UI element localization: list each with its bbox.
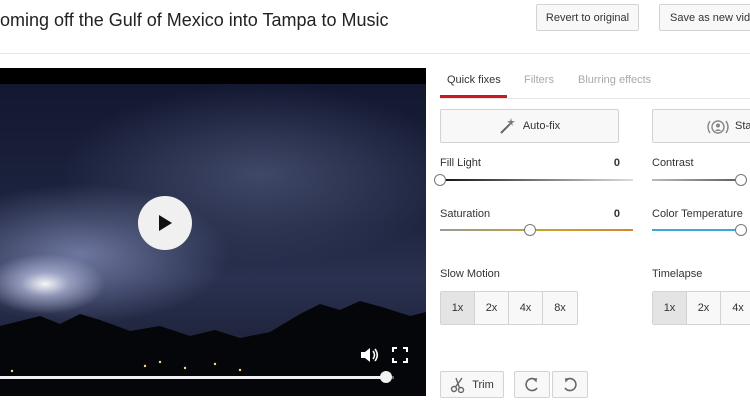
scrubber-handle[interactable] [380, 371, 393, 383]
slow-motion-selector: 1x 2x 4x 8x [440, 291, 578, 325]
timelapse-label: Timelapse [652, 268, 703, 280]
rotate-left-icon [525, 377, 538, 391]
slow-motion-4x[interactable]: 4x [509, 292, 543, 324]
rotate-right-button[interactable] [552, 371, 588, 398]
save-as-new-video-button[interactable]: Save as new vide [659, 4, 750, 31]
auto-fix-button[interactable]: Auto-fix [440, 109, 619, 143]
tab-filters[interactable]: Filters [524, 74, 554, 86]
fill-light-slider[interactable] [440, 179, 633, 181]
play-icon [159, 215, 172, 231]
saturation-slider[interactable] [440, 229, 633, 231]
timelapse-selector: 1x 2x 4x [652, 291, 750, 325]
color-temperature-thumb[interactable] [735, 224, 747, 236]
treeline-silhouette [0, 301, 426, 396]
timelapse-4x[interactable]: 4x [721, 292, 750, 324]
slow-motion-8x[interactable]: 8x [543, 292, 577, 324]
trim-button[interactable]: Trim [440, 371, 504, 398]
trim-label: Trim [472, 378, 494, 391]
contrast-thumb[interactable] [735, 174, 747, 186]
timelapse-1x[interactable]: 1x [653, 292, 687, 324]
stabilize-label: Sta [735, 120, 750, 132]
saturation-thumb[interactable] [524, 224, 536, 236]
contrast-slider[interactable] [652, 179, 747, 181]
scissors-icon [451, 377, 465, 393]
play-button[interactable] [138, 196, 192, 250]
video-title: oming off the Gulf of Mexico into Tampa … [0, 10, 389, 30]
saturation-label: Saturation [440, 208, 491, 220]
saturation-value: 0 [613, 208, 620, 220]
slow-motion-1x[interactable]: 1x [441, 292, 475, 324]
fullscreen-icon[interactable] [392, 347, 408, 363]
rotate-left-button[interactable] [514, 371, 550, 398]
fill-light-thumb[interactable] [434, 174, 446, 186]
revert-to-original-button[interactable]: Revert to original [536, 4, 639, 31]
fill-light-value: 0 [613, 157, 620, 169]
contrast-label: Contrast [652, 157, 694, 169]
color-temperature-label: Color Temperature [652, 208, 743, 220]
magic-wand-icon [500, 118, 515, 134]
auto-fix-label: Auto-fix [522, 120, 561, 132]
volume-icon[interactable] [360, 347, 380, 363]
stabilize-button[interactable]: Sta [652, 109, 750, 143]
fill-light-label: Fill Light [440, 157, 481, 169]
tabs-divider [440, 98, 750, 99]
stabilize-icon [707, 120, 729, 134]
slow-motion-2x[interactable]: 2x [475, 292, 509, 324]
video-player[interactable] [0, 68, 426, 396]
rotate-right-icon [564, 377, 577, 391]
tab-quick-fixes[interactable]: Quick fixes [447, 74, 501, 86]
timelapse-2x[interactable]: 2x [687, 292, 721, 324]
header-divider [0, 53, 750, 54]
color-temperature-slider[interactable] [652, 229, 747, 231]
tab-blurring-effects[interactable]: Blurring effects [578, 74, 651, 86]
slow-motion-label: Slow Motion [440, 268, 500, 280]
video-progress-bar[interactable] [0, 376, 394, 379]
